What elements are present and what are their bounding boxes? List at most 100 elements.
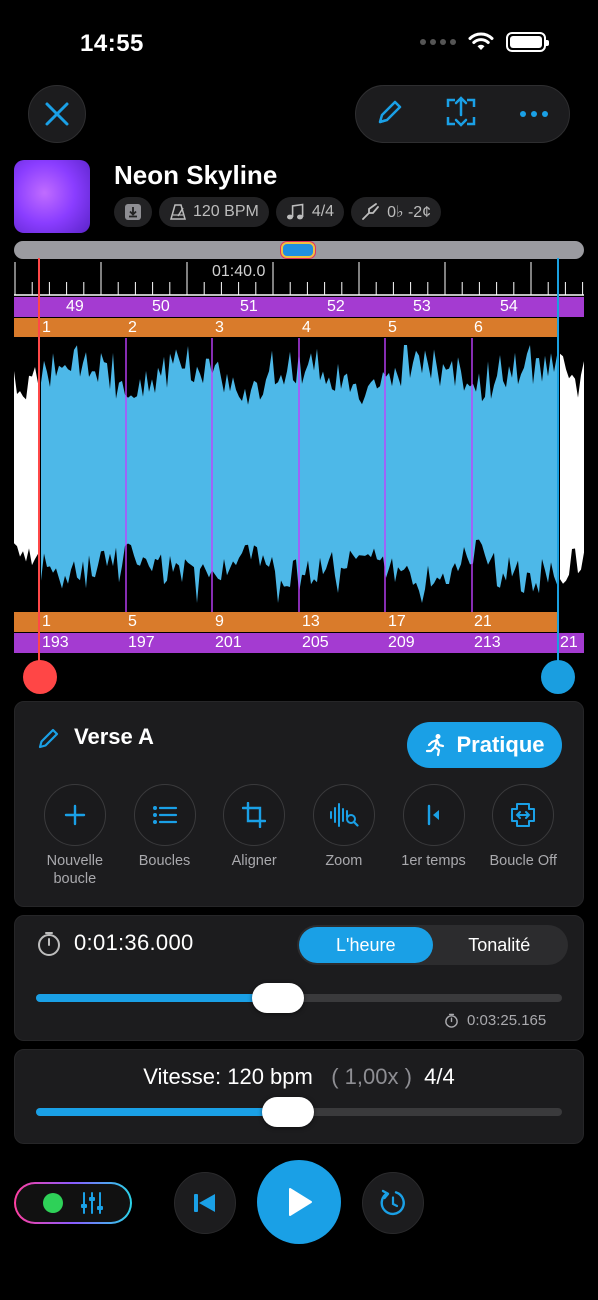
speed-multiplier: ( 1,00x ) bbox=[331, 1064, 412, 1089]
ruler-time-label: 01:40.0 bbox=[212, 263, 265, 280]
play-icon bbox=[289, 1188, 312, 1216]
bar-label: 21 bbox=[560, 634, 578, 651]
download-chip[interactable] bbox=[114, 197, 152, 227]
loop-end-handle[interactable] bbox=[541, 660, 575, 694]
signature-chip[interactable]: 4/4 bbox=[275, 197, 345, 227]
tuning-chip[interactable]: 0♭ -2¢ bbox=[351, 197, 442, 227]
notes-icon bbox=[286, 203, 304, 220]
beat-label: 17 bbox=[388, 613, 406, 630]
beat-numbers-top: 1 2 3 4 5 6 bbox=[14, 318, 558, 337]
skip-back-icon bbox=[194, 1194, 215, 1212]
beat-label: 2 bbox=[128, 319, 137, 336]
position-slider-fill bbox=[36, 994, 278, 1002]
practice-button[interactable]: Pratique bbox=[407, 722, 562, 768]
bar-label: 201 bbox=[215, 634, 242, 651]
bar-numbers-top: 49 50 51 52 53 54 bbox=[14, 297, 584, 317]
loops-button[interactable] bbox=[133, 784, 196, 846]
first-beat-button[interactable] bbox=[402, 784, 465, 846]
waveform[interactable] bbox=[14, 338, 584, 612]
edit-button[interactable] bbox=[376, 98, 404, 131]
current-position[interactable]: 0:01:36.000 bbox=[74, 930, 194, 956]
bar-label: 209 bbox=[388, 634, 415, 651]
share-button[interactable] bbox=[443, 95, 479, 134]
loop-name[interactable]: Verse A bbox=[74, 724, 154, 750]
song-chips: 120 BPM 4/4 0♭ -2¢ bbox=[114, 197, 442, 227]
position-slider-thumb[interactable] bbox=[251, 983, 304, 1013]
loop-off-button[interactable] bbox=[492, 784, 555, 846]
bar-label: 197 bbox=[128, 634, 155, 651]
bar-label: 53 bbox=[413, 298, 431, 315]
bar-label: 51 bbox=[240, 298, 258, 315]
list-icon bbox=[152, 806, 177, 824]
speed-readout[interactable]: Vitesse: 120 bpm ( 1,00x ) 4/4 bbox=[14, 1064, 584, 1090]
beat-label: 9 bbox=[215, 613, 224, 630]
beat-label: 6 bbox=[474, 319, 483, 336]
more-button[interactable] bbox=[519, 105, 549, 123]
song-artwork[interactable] bbox=[14, 160, 90, 233]
new-loop-tool[interactable]: Nouvelle boucle bbox=[30, 784, 120, 888]
align-button[interactable] bbox=[223, 784, 286, 846]
top-toolbar bbox=[355, 85, 570, 143]
timer-icon bbox=[445, 1013, 458, 1028]
speed-label: Vitesse: 120 bpm bbox=[143, 1064, 313, 1089]
duration-value: 0:03:25.165 bbox=[467, 1012, 547, 1029]
bpm-value: 120 BPM bbox=[193, 203, 259, 220]
replay-icon bbox=[380, 1189, 405, 1216]
align-tool[interactable]: Aligner bbox=[209, 784, 299, 888]
loop-tools: Nouvelle boucle Boucles Aligner Zoom 1er… bbox=[30, 784, 568, 888]
tool-label: Zoom bbox=[325, 853, 363, 869]
first-beat-icon bbox=[427, 804, 439, 826]
pencil-icon bbox=[378, 100, 402, 123]
loop-start-handle[interactable] bbox=[23, 660, 57, 694]
loop-end-line bbox=[557, 258, 559, 670]
share-loop-icon bbox=[447, 95, 476, 127]
close-icon bbox=[45, 102, 69, 126]
cellular-icon bbox=[420, 39, 456, 45]
loop-off-icon bbox=[511, 803, 536, 827]
beat-label: 5 bbox=[128, 613, 137, 630]
mixer-button[interactable] bbox=[14, 1182, 132, 1224]
overview-scrubber-thumb[interactable] bbox=[281, 242, 315, 258]
download-icon bbox=[125, 204, 141, 220]
tool-label: Nouvelle boucle bbox=[46, 853, 104, 887]
status-time: 14:55 bbox=[80, 30, 144, 57]
beat-label: 5 bbox=[388, 319, 397, 336]
first-beat-tool[interactable]: 1er temps bbox=[389, 784, 479, 888]
close-button[interactable] bbox=[28, 85, 86, 143]
display-mode-segmented: L'heure Tonalité bbox=[297, 925, 568, 965]
status-icons bbox=[420, 32, 549, 52]
skip-back-button[interactable] bbox=[174, 1172, 236, 1234]
speed-signature: 4/4 bbox=[424, 1064, 455, 1089]
tab-time[interactable]: L'heure bbox=[299, 927, 433, 963]
beat-label: 3 bbox=[215, 319, 224, 336]
tab-key[interactable]: Tonalité bbox=[433, 927, 567, 963]
song-duration: 0:03:25.165 bbox=[444, 1012, 546, 1029]
new-loop-button[interactable] bbox=[43, 784, 106, 846]
bar-label: 205 bbox=[302, 634, 329, 651]
tool-label: Boucles bbox=[138, 853, 191, 869]
bar-numbers-bottom: 193 197 201 205 209 213 21 bbox=[14, 633, 584, 653]
song-title: Neon Skyline bbox=[114, 160, 278, 190]
more-icon bbox=[520, 111, 549, 117]
zoom-button[interactable] bbox=[312, 784, 375, 846]
beat-label: 4 bbox=[302, 319, 311, 336]
crop-icon bbox=[242, 802, 267, 828]
loops-tool[interactable]: Boucles bbox=[120, 784, 210, 888]
zoom-tool[interactable]: Zoom bbox=[299, 784, 389, 888]
tool-label: 1er temps bbox=[401, 853, 466, 869]
signature-value: 4/4 bbox=[311, 203, 335, 220]
battery-icon bbox=[506, 32, 549, 52]
beat-numbers-bottom: 1 5 9 13 17 21 bbox=[14, 612, 558, 632]
rename-loop-icon[interactable] bbox=[37, 726, 61, 750]
play-button[interactable] bbox=[257, 1160, 341, 1244]
waveform-zoom-icon bbox=[329, 803, 359, 827]
stopwatch-icon bbox=[38, 932, 60, 956]
metronome-icon bbox=[170, 204, 186, 220]
tuning-value: 0♭ -2¢ bbox=[387, 204, 432, 221]
speed-slider-thumb[interactable] bbox=[262, 1097, 315, 1127]
replay-button[interactable] bbox=[362, 1172, 424, 1234]
beat-label: 13 bbox=[302, 613, 320, 630]
bpm-chip[interactable]: 120 BPM bbox=[159, 197, 269, 227]
loop-off-tool[interactable]: Boucle Off bbox=[478, 784, 568, 888]
tuning-fork-icon bbox=[362, 203, 379, 220]
